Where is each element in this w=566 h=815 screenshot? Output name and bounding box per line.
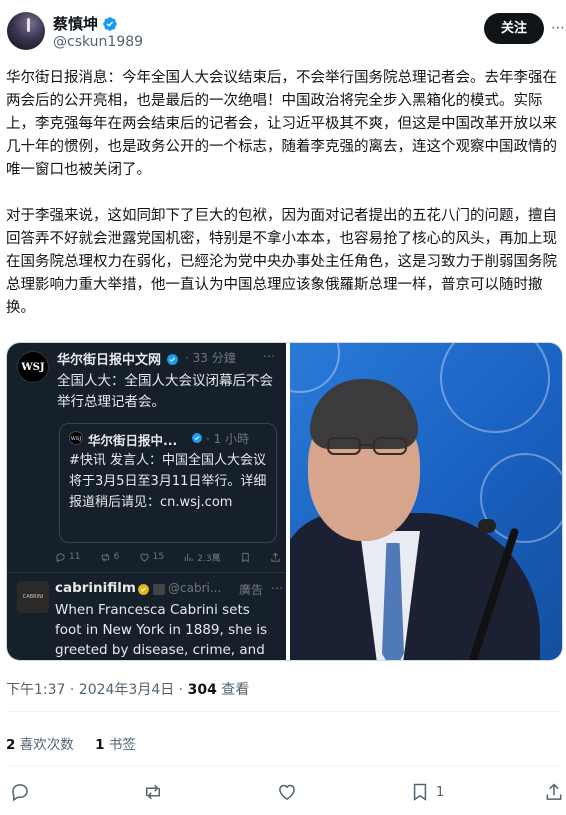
ad-post: CABRINI cabrinifilm @cabri... 廣告 ⋯ When … bbox=[17, 580, 283, 660]
verified-badge-icon bbox=[103, 16, 117, 31]
embedded-action-bar: 11 6 15 2.3萬 bbox=[55, 549, 281, 565]
embedded-like: 15 bbox=[139, 549, 164, 565]
ad-label: 廣告 bbox=[239, 583, 264, 597]
like-button[interactable] bbox=[277, 780, 297, 804]
quoted-text: #快讯 发言人：中国全国人大会议将于3月5日至3月11日举行。详细报道稍后请见：… bbox=[69, 453, 267, 510]
share-button[interactable] bbox=[544, 780, 564, 804]
bookmarks-label: 书签 bbox=[104, 737, 136, 753]
repost-button[interactable] bbox=[143, 780, 163, 804]
screenshot-image[interactable]: WSJ 华尔街日报中文网 · 33 分鐘 ⋯ 全国人大：全国人大会议闭幕后不会举… bbox=[7, 343, 286, 660]
reply-button[interactable] bbox=[10, 780, 30, 804]
gold-verified-badge-icon bbox=[138, 584, 149, 595]
more-options-icon: ⋯ bbox=[263, 349, 275, 363]
wsj-logo: WSJ bbox=[17, 351, 49, 383]
tweet-text: 华尔街日报消息：今年全国人大会议结束后，不会举行国务院总理记者会。去年李强在两会… bbox=[6, 67, 562, 343]
timestamp[interactable]: 下午1:37 · 2024年3月4日 · 304 查看 bbox=[6, 679, 249, 699]
affiliate-badge-icon bbox=[153, 584, 165, 595]
views-label: 查看 bbox=[216, 682, 250, 698]
ad-avatar: CABRINI bbox=[17, 581, 49, 613]
quoted-post: WSJ 华尔街日报中... · 1 小時 #快讯 发言人：中国全国人大会议将于3… bbox=[59, 423, 277, 543]
embedded-author-label: 华尔街日报中文网 bbox=[57, 353, 162, 368]
bookmarks-stat[interactable]: 1 书签 bbox=[95, 737, 136, 753]
views-icon bbox=[185, 553, 193, 561]
display-name[interactable]: 蔡慎坤 bbox=[53, 13, 98, 34]
glasses-shape bbox=[327, 437, 407, 455]
share-icon bbox=[546, 783, 562, 800]
bookmark-icon bbox=[242, 552, 249, 562]
verified-badge-icon bbox=[192, 433, 202, 443]
divider bbox=[7, 572, 286, 573]
quoted-time: · 1 小時 bbox=[206, 432, 250, 446]
ad-text: When Francesca Cabrini sets foot in New … bbox=[55, 602, 268, 658]
follow-button[interactable]: 关注 bbox=[484, 13, 544, 44]
tweet-paragraph: 对于李强来说，这如同卸下了巨大的包袱，因为面对记者提出的五花八门的问题，擅自回答… bbox=[6, 208, 557, 316]
heart-icon bbox=[139, 553, 149, 562]
engagement-stats: 2 喜欢次数 1 书签 bbox=[6, 733, 136, 753]
likes-count: 2 bbox=[6, 737, 16, 753]
quoted-author-name: 华尔街日报中... bbox=[88, 433, 178, 448]
embedded-time: · 33 分鐘 bbox=[185, 351, 236, 365]
reply-icon bbox=[56, 552, 65, 563]
views-count: 304 bbox=[187, 682, 217, 698]
ad-handle: @cabri... bbox=[168, 581, 222, 595]
likes-label: 喜欢次数 bbox=[15, 737, 74, 753]
reply-count: 11 bbox=[69, 552, 81, 562]
view-count: 2.3萬 bbox=[197, 553, 221, 564]
avatar[interactable] bbox=[7, 12, 45, 50]
share-icon bbox=[271, 552, 280, 562]
more-options-icon[interactable]: ⋯ bbox=[551, 20, 565, 36]
tweet-paragraph: 华尔街日报消息：今年全国人大会议结束后，不会举行国务院总理记者会。去年李强在两会… bbox=[6, 70, 557, 178]
more-options-icon: ⋯ bbox=[271, 581, 283, 595]
repost-icon bbox=[101, 553, 109, 561]
ad-author-name: cabrinifilm bbox=[55, 580, 136, 596]
name-row: 蔡慎坤 bbox=[53, 13, 118, 34]
embedded-post: WSJ 华尔街日报中文网 · 33 分鐘 ⋯ 全国人大：全国人大会议闭幕后不会举… bbox=[17, 349, 279, 410]
divider bbox=[6, 765, 562, 766]
post-time[interactable]: 下午1:37 · 2024年3月4日 · bbox=[6, 682, 188, 698]
embedded-bookmark bbox=[240, 549, 251, 565]
repost-count: 6 bbox=[113, 552, 120, 562]
heart-icon bbox=[279, 784, 295, 800]
embedded-reply: 11 bbox=[55, 549, 80, 565]
handle[interactable]: @cskun1989 bbox=[53, 34, 143, 50]
verified-badge-icon bbox=[166, 354, 178, 365]
tweet-header: 蔡慎坤 @cskun1989 关注 ⋯ bbox=[0, 0, 566, 62]
bookmark-count: 1 bbox=[436, 784, 445, 800]
microphone-head-shape bbox=[478, 519, 496, 533]
media-grid[interactable]: WSJ 华尔街日报中文网 · 33 分鐘 ⋯ 全国人大：全国人大会议闭幕后不会举… bbox=[6, 342, 563, 661]
repost-icon bbox=[146, 784, 160, 800]
photo-image[interactable] bbox=[290, 343, 562, 660]
embedded-views: 2.3萬 bbox=[183, 549, 221, 565]
reply-icon bbox=[12, 784, 28, 802]
divider bbox=[6, 711, 562, 712]
embedded-author-name: 华尔街日报中文网 bbox=[57, 349, 179, 368]
wsj-logo: WSJ bbox=[69, 431, 83, 445]
like-count: 15 bbox=[152, 552, 165, 562]
action-bar: 1 bbox=[0, 778, 566, 806]
bookmarks-count: 1 bbox=[95, 737, 105, 753]
likes-stat[interactable]: 2 喜欢次数 bbox=[6, 737, 74, 753]
embedded-share bbox=[270, 549, 281, 565]
bookmark-button[interactable]: 1 bbox=[410, 780, 444, 804]
bookmark-icon bbox=[413, 783, 427, 801]
embedded-repost: 6 bbox=[100, 549, 120, 565]
embedded-text: 全国人大：全国人大会议闭幕后不会举行总理记者会。 bbox=[57, 373, 273, 410]
